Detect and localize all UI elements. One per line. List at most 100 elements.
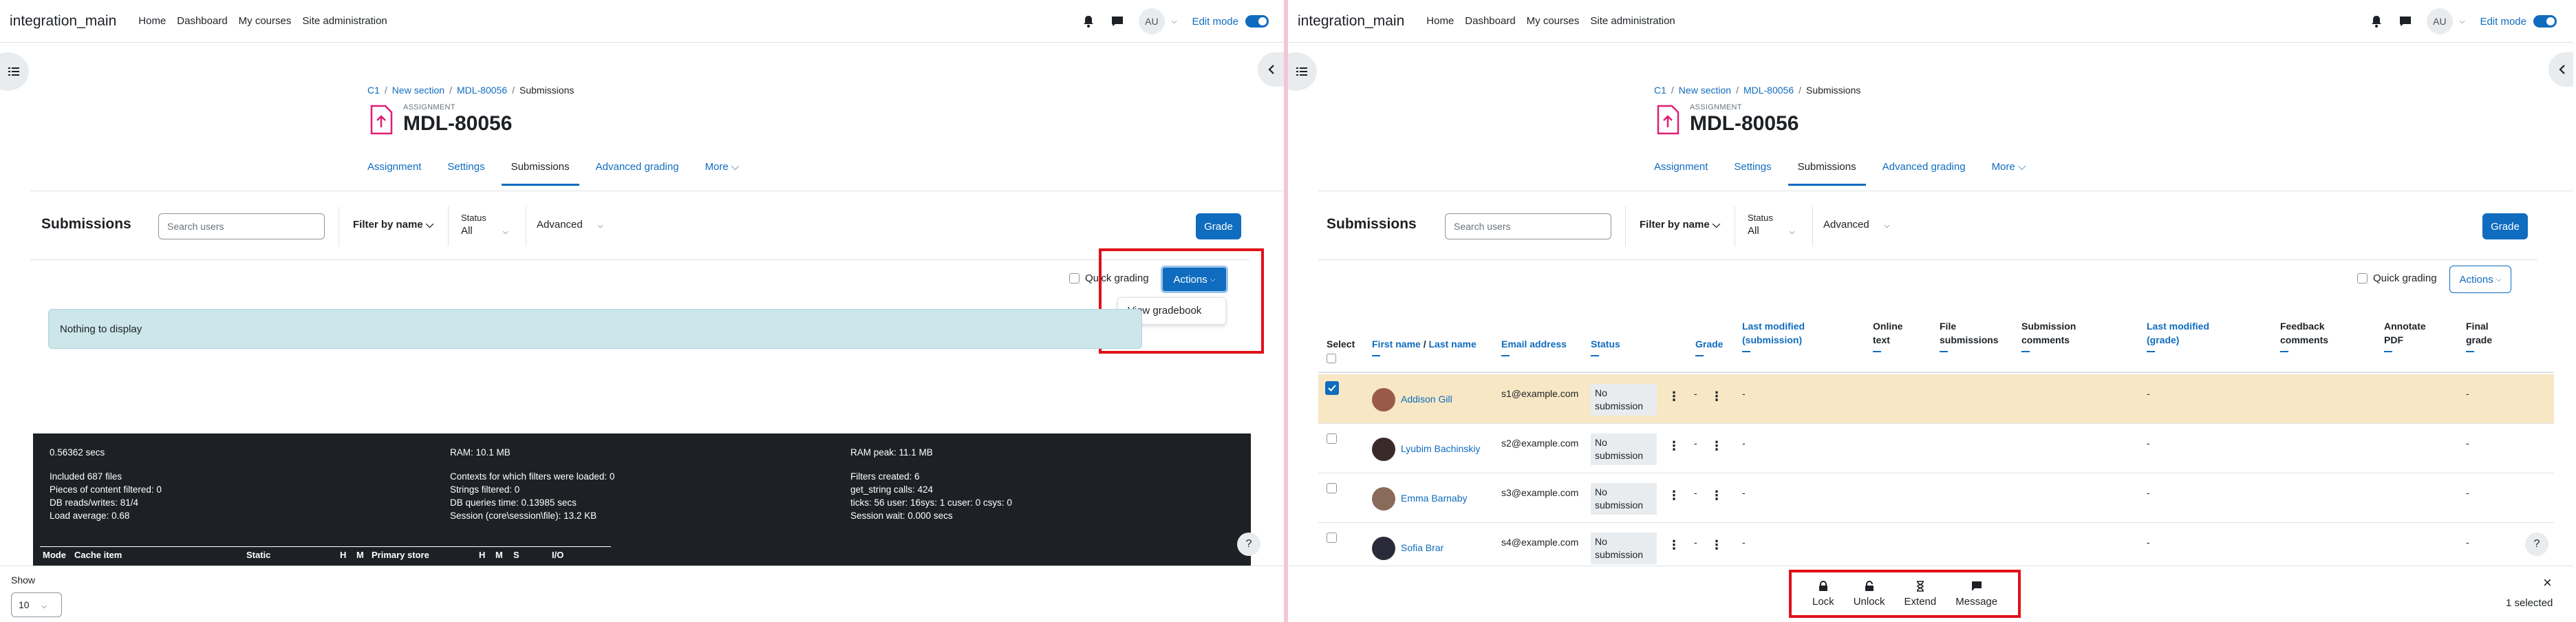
user-menu-chevron-icon[interactable]: ⌵ [1172,18,1177,25]
block-drawer-toggle[interactable] [2548,52,2573,87]
site-brand[interactable]: integration_main [10,13,116,30]
tab-advanced-grading[interactable]: Advanced grading [1882,161,1966,186]
nav-home[interactable]: Home [1426,15,1454,27]
perf-session-wait: Session wait: 0.000 secs [850,511,953,521]
row-checkbox-checked[interactable] [1325,381,1339,395]
th-status[interactable]: Status [1591,337,1620,356]
tab-settings[interactable]: Settings [1734,161,1771,186]
actions-button[interactable]: Actions ⌵ [2449,266,2511,293]
status-menu-icon[interactable]: ⋮ [1668,439,1680,453]
grade-menu-icon[interactable]: ⋮ [1710,389,1723,404]
nav-my-courses[interactable]: My courses [1527,15,1580,27]
course-index-drawer-toggle[interactable] [0,52,29,91]
final-grade-value: - [2466,388,2469,399]
th-name-slash: / [1423,339,1426,350]
quick-grading-checkbox[interactable] [2357,273,2368,283]
user-name-link[interactable]: Sofia Brar [1401,542,1443,553]
bulk-message-button[interactable]: Message [1955,581,1997,608]
search-input[interactable]: Search users [1445,213,1611,239]
th-first-name[interactable]: First name [1372,339,1421,350]
grade-menu-icon[interactable]: ⋮ [1710,538,1723,553]
search-input[interactable]: Search users [158,213,325,239]
breadcrumb-assignment[interactable]: MDL-80056 [1743,85,1794,96]
grade-menu-icon[interactable]: ⋮ [1710,439,1723,453]
block-drawer-toggle[interactable] [1258,52,1285,87]
th-last-modified-submission[interactable]: Last modified (submission) [1742,319,1832,352]
grade-button[interactable]: Grade [1196,213,1241,239]
tab-more[interactable]: More ⌵ [705,161,740,186]
th-last-modified-submission-label: Last modified (submission) [1742,321,1805,345]
advanced-filter-dropdown[interactable]: Advanced ⌵ [1823,219,1889,230]
th-email-label: Email address [1501,339,1567,350]
chat-icon[interactable] [2398,14,2413,29]
bell-icon[interactable] [2369,14,2384,29]
edit-mode-toggle[interactable] [1245,15,1269,28]
th-grade[interactable]: Grade [1695,337,1723,356]
bulk-lock-button[interactable]: Lock [1812,580,1834,608]
tab-settings[interactable]: Settings [447,161,484,186]
row-checkbox[interactable] [1327,433,1337,444]
advanced-filter-dropdown[interactable]: Advanced ⌵ [537,219,603,230]
tab-assignment[interactable]: Assignment [367,161,421,186]
status-filter[interactable]: Status All ⌵ [1748,213,1794,237]
th-last-name[interactable]: Last name [1428,339,1476,350]
per-page-select[interactable]: 10 ⌵ [11,592,62,617]
quick-grading-toggle[interactable]: Quick grading [2357,272,2437,284]
bulk-unlock-button[interactable]: Unlock [1854,580,1885,608]
user-avatar[interactable]: AU [2426,8,2453,34]
nav-dashboard[interactable]: Dashboard [177,15,227,27]
status-filter-label: Status [1748,213,1773,223]
nav-site-administration[interactable]: Site administration [1590,15,1675,27]
avatar [1372,537,1395,560]
breadcrumb-c1[interactable]: C1 [1654,85,1666,96]
user-name-link[interactable]: Lyubim Bachinskiy [1401,443,1480,454]
bell-icon[interactable] [1081,14,1096,29]
course-index-drawer-toggle[interactable] [1288,52,1317,91]
status-menu-icon[interactable]: ⋮ [1668,389,1680,404]
tab-more[interactable]: More ⌵ [1992,161,2026,186]
user-name-link[interactable]: Emma Barnaby [1401,493,1467,504]
help-button[interactable]: ? [1237,533,1260,556]
status-menu-icon[interactable]: ⋮ [1668,538,1680,553]
breadcrumb-section[interactable]: New section [392,85,444,96]
user-avatar[interactable]: AU [1138,8,1165,34]
breadcrumb-section[interactable]: New section [1679,85,1731,96]
user-menu-chevron-icon[interactable]: ⌵ [2460,18,2465,25]
filter-by-name-dropdown[interactable]: Filter by name ⌵ [353,219,433,230]
breadcrumb-assignment[interactable]: MDL-80056 [457,85,507,96]
footer-bar: Show 10 ⌵ [0,566,1285,622]
tab-assignment[interactable]: Assignment [1654,161,1708,186]
chat-icon[interactable] [1110,14,1125,29]
tab-advanced-grading[interactable]: Advanced grading [596,161,679,186]
select-all-checkbox[interactable] [1327,354,1336,363]
nav-my-courses[interactable]: My courses [239,15,292,27]
grade-button[interactable]: Grade [2482,213,2528,239]
breadcrumb-c1[interactable]: C1 [367,85,380,96]
close-icon[interactable]: × [2543,574,2552,592]
tab-submissions[interactable]: Submissions [1788,161,1866,186]
user-name-link[interactable]: Addison Gill [1401,394,1452,405]
bulk-extend-button[interactable]: Extend [1904,580,1936,608]
th-last-modified-grade[interactable]: Last modified (grade) [2147,319,2222,352]
nav-home[interactable]: Home [138,15,166,27]
quick-grading-checkbox[interactable] [1069,273,1080,283]
edit-mode-label: Edit mode [1192,15,1238,28]
cache-col-h: H [340,550,347,560]
row-checkbox[interactable] [1327,483,1337,493]
nav-site-administration[interactable]: Site administration [302,15,387,27]
edit-mode-toggle[interactable] [2533,15,2557,28]
grade-menu-icon[interactable]: ⋮ [1710,489,1723,503]
help-button[interactable]: ? [2525,533,2548,556]
breadcrumb-current: Submissions [519,85,575,96]
th-name[interactable]: First name / Last name [1372,337,1477,356]
chevron-left-icon [1268,65,1274,74]
row-checkbox[interactable] [1327,533,1337,543]
site-brand[interactable]: integration_main [1298,13,1404,30]
tab-submissions[interactable]: Submissions [501,161,579,186]
status-menu-icon[interactable]: ⋮ [1668,489,1680,503]
th-email[interactable]: Email address [1501,337,1567,356]
filter-by-name-dropdown[interactable]: Filter by name ⌵ [1640,219,1720,230]
status-badge: No submission [1591,483,1657,515]
nav-dashboard[interactable]: Dashboard [1465,15,1515,27]
status-filter[interactable]: Status All ⌵ [461,213,508,237]
